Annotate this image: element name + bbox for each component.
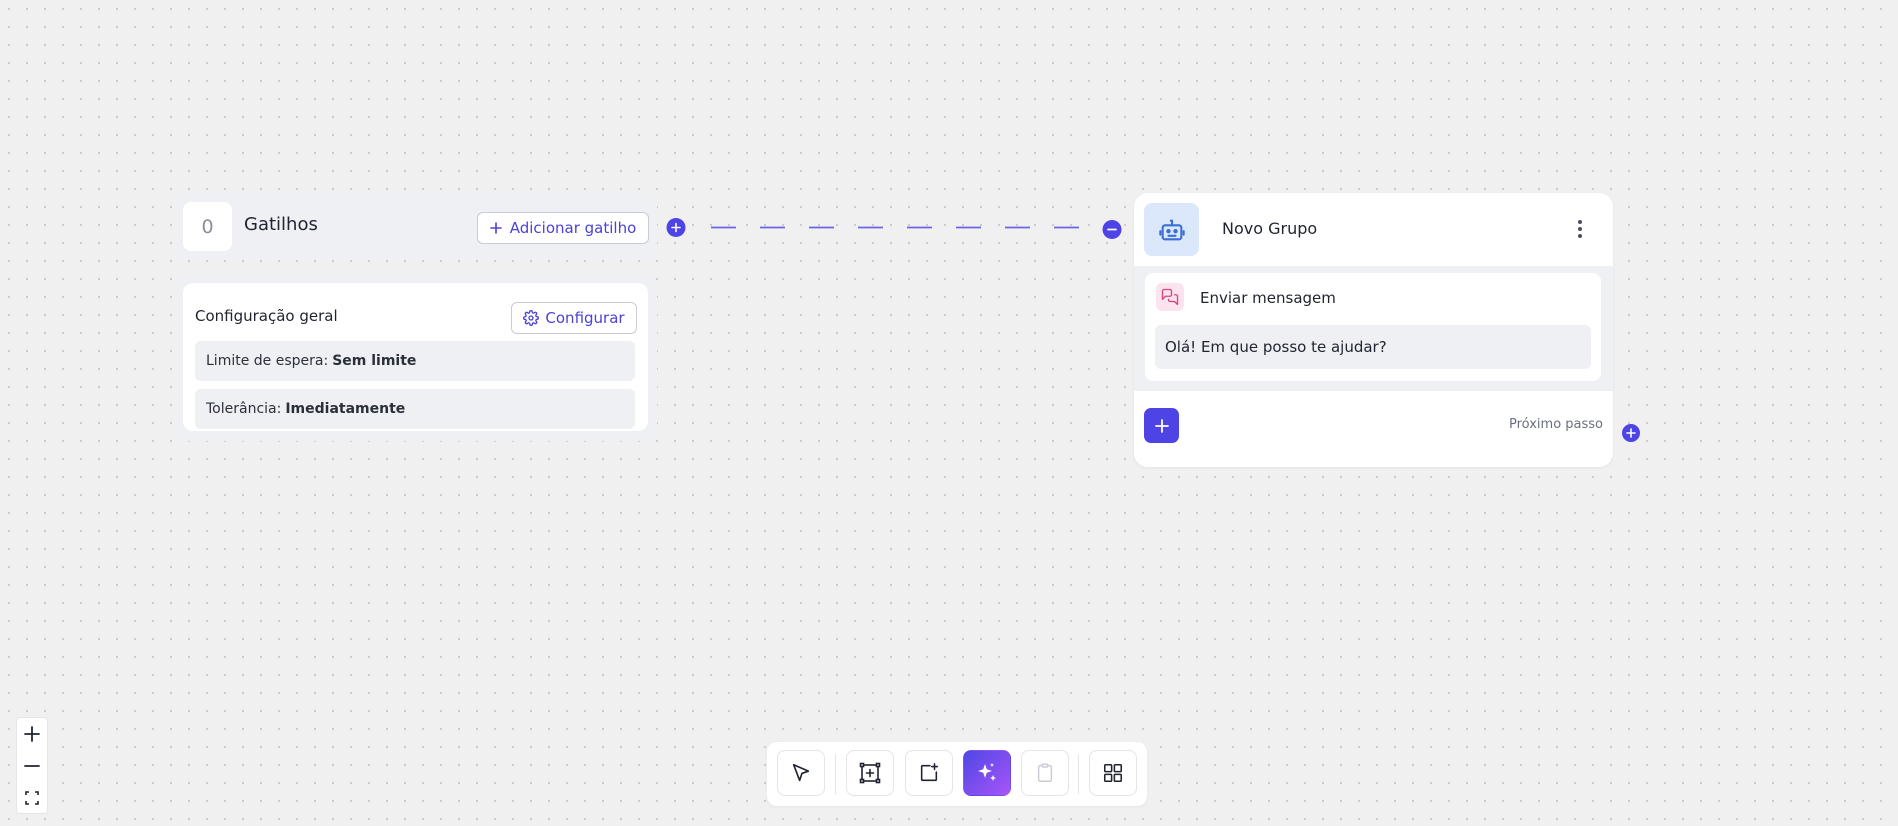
trigger-count-badge: 0 [183,202,232,251]
chat-bubbles-icon [1161,288,1179,306]
next-step-handle[interactable] [1622,424,1640,442]
plus-icon [1154,418,1169,433]
pointer-icon [792,763,810,782]
fit-view-icon [25,791,39,805]
ai-assistant-button[interactable] [963,750,1011,796]
tolerance-label: Tolerância: [206,401,282,417]
tolerance-row: Tolerância: Imediatamente [195,389,635,429]
wait-limit-row: Limite de espera: Sem limite [195,341,635,381]
fit-view-button[interactable] [17,782,47,814]
minus-icon [24,765,40,767]
configure-button[interactable]: Configurar [511,302,637,334]
configure-label: Configurar [545,309,625,327]
select-tool-button[interactable] [777,750,825,796]
group-footer: Próximo passo [1134,391,1613,467]
grid-icon [1103,763,1123,783]
zoom-out-button[interactable] [17,750,47,782]
send-message-step[interactable]: Enviar mensagem Olá! Em que posso te aju… [1145,273,1601,381]
wait-limit-value: Sem limite [332,353,417,369]
add-trigger-button[interactable]: Adicionar gatilho [477,212,649,244]
triggers-header: 0 Gatilhos Adicionar gatilho [174,193,657,260]
toolbar-divider [1078,754,1079,794]
group-header: Novo Grupo [1134,193,1613,266]
flow-connector [666,218,1122,239]
clipboard-icon [1037,763,1053,782]
general-config-card: Configuração geral Configurar Limite de … [174,274,657,441]
general-config-panel: Configuração geral Configurar Limite de … [183,283,648,431]
group-title: Novo Grupo [1222,219,1318,238]
sparkles-icon [978,763,996,781]
send-message-title: Enviar mensagem [1200,289,1336,307]
next-step-label: Próximo passo [1509,417,1603,432]
add-note-button[interactable] [905,750,953,796]
connector-remove-handle[interactable] [1102,220,1122,239]
group-node: Novo Grupo Enviar mensagem Olá! Em que p… [1134,193,1613,467]
plus-icon [489,222,502,234]
robot-icon [1158,219,1185,240]
add-step-button[interactable] [1144,408,1179,443]
group-body: Enviar mensagem Olá! Em que posso te aju… [1134,266,1613,391]
gear-icon [523,310,540,326]
paste-button[interactable] [1021,750,1069,796]
tolerance-value: Imediatamente [285,401,406,417]
add-frame-button[interactable] [846,750,894,796]
general-config-title: Configuração geral [195,307,338,325]
zoom-in-button[interactable] [17,718,47,750]
message-step-icon-wrap [1156,283,1184,311]
wait-limit-label: Limite de espera: [206,353,329,369]
add-frame-icon [859,762,881,784]
layout-menu-button[interactable] [1089,750,1137,796]
message-preview: Olá! Em que posso te ajudar? [1155,325,1591,369]
more-options-icon[interactable] [1570,217,1590,241]
zoom-controls [16,717,48,814]
bottom-toolbar [767,742,1147,806]
bot-avatar [1144,203,1199,256]
add-note-icon [920,763,939,782]
triggers-title: Gatilhos [244,214,318,235]
toolbar-divider [835,754,836,794]
plus-icon [24,726,40,742]
connector-source-handle[interactable] [666,218,686,237]
add-trigger-label: Adicionar gatilho [509,219,637,237]
